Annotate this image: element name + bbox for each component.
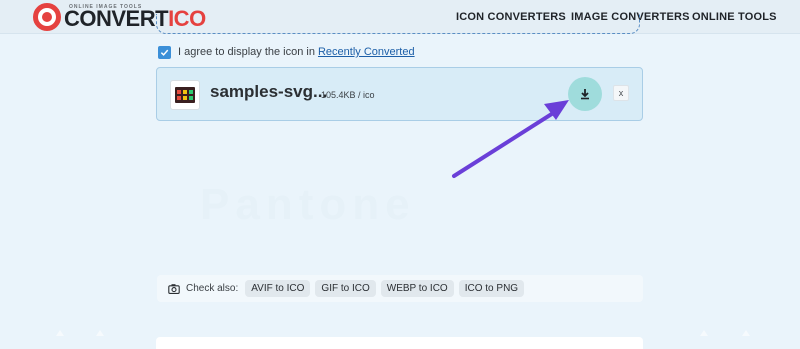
camera-icon (168, 283, 180, 294)
recently-converted-link[interactable]: Recently Converted (318, 46, 415, 58)
decor-triangle (700, 330, 708, 336)
converted-file-card: samples-svg... 105.4KB / ico x (156, 67, 643, 121)
decor-triangle (56, 330, 64, 336)
download-button[interactable] (568, 77, 602, 111)
agree-row: I agree to display the icon in Recently … (158, 44, 415, 60)
checkmark-icon (160, 49, 169, 56)
check-also-label: Check also: (186, 283, 239, 294)
upload-dropzone[interactable] (156, 14, 640, 34)
check-also-bar: Check also: AVIF to ICO GIF to ICO WEBP … (157, 275, 643, 302)
file-size-format: 105.4KB / ico (321, 90, 375, 100)
logo-text-main: CONVERT (64, 6, 169, 31)
file-name: samples-svg... (210, 82, 328, 101)
chip-gif-to-ico[interactable]: GIF to ICO (315, 280, 376, 297)
decor-triangle (96, 330, 104, 336)
thumbnail-image (175, 87, 195, 103)
download-icon (581, 89, 589, 100)
remove-file-button[interactable]: x (613, 85, 629, 101)
nav-online-tools[interactable]: ONLINE TOOLS (692, 11, 777, 23)
logo-mark-icon (33, 3, 61, 31)
bottom-content-panel (156, 337, 643, 349)
agree-checkbox[interactable] (158, 45, 171, 59)
decor-triangle (742, 330, 750, 336)
agree-label: I agree to display the icon in (178, 46, 315, 58)
chip-ico-to-png[interactable]: ICO to PNG (458, 280, 525, 297)
background-watermark: Pantone (200, 180, 416, 229)
chip-webp-to-ico[interactable]: WEBP to ICO (380, 280, 454, 297)
site-logo[interactable]: ONLINE IMAGE TOOLS CONVERTICO (33, 2, 206, 32)
file-thumbnail (170, 80, 200, 110)
chip-avif-to-ico[interactable]: AVIF to ICO (245, 280, 311, 297)
